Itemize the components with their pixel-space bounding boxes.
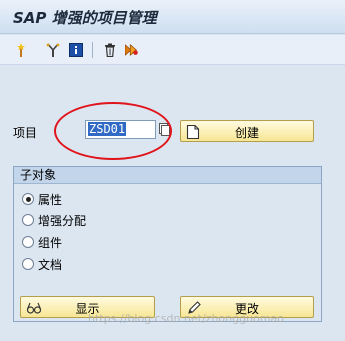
radio-selected-dot bbox=[25, 196, 31, 202]
subobjects-title: 子对象 bbox=[14, 167, 321, 184]
radio-button[interactable] bbox=[22, 258, 34, 270]
title-bar: SAP 增强的项目管理 bbox=[0, 0, 345, 34]
activate-icon[interactable] bbox=[125, 43, 139, 57]
annotation-ellipse bbox=[54, 102, 172, 160]
watermark-text: https://blog.csdn.net/zhongguomao bbox=[88, 312, 284, 325]
create-button-label: 创建 bbox=[234, 126, 259, 140]
radio-components[interactable]: 组件 bbox=[22, 234, 62, 250]
radio-button[interactable] bbox=[22, 193, 34, 205]
create-button[interactable]: 创建 bbox=[180, 120, 314, 142]
radio-label: 增强分配 bbox=[38, 213, 87, 228]
wand-icon[interactable] bbox=[14, 43, 28, 57]
radio-documentation[interactable]: 文档 bbox=[22, 256, 62, 272]
radio-attributes[interactable]: 属性 bbox=[22, 191, 62, 207]
info-icon[interactable] bbox=[69, 43, 83, 57]
application-toolbar bbox=[0, 35, 345, 65]
window-title: SAP 增强的项目管理 bbox=[13, 9, 157, 27]
radio-label: 文档 bbox=[38, 257, 63, 272]
radio-button[interactable] bbox=[22, 236, 34, 248]
radio-enhancement-assignments[interactable]: 增强分配 bbox=[22, 212, 86, 228]
display-object-icon[interactable] bbox=[46, 43, 60, 57]
radio-button[interactable] bbox=[22, 214, 34, 226]
toolbar-separator bbox=[92, 42, 93, 58]
delete-icon[interactable] bbox=[103, 43, 117, 57]
radio-label: 属性 bbox=[38, 192, 63, 207]
radio-label: 组件 bbox=[38, 235, 63, 250]
project-label: 项目 bbox=[13, 126, 38, 140]
